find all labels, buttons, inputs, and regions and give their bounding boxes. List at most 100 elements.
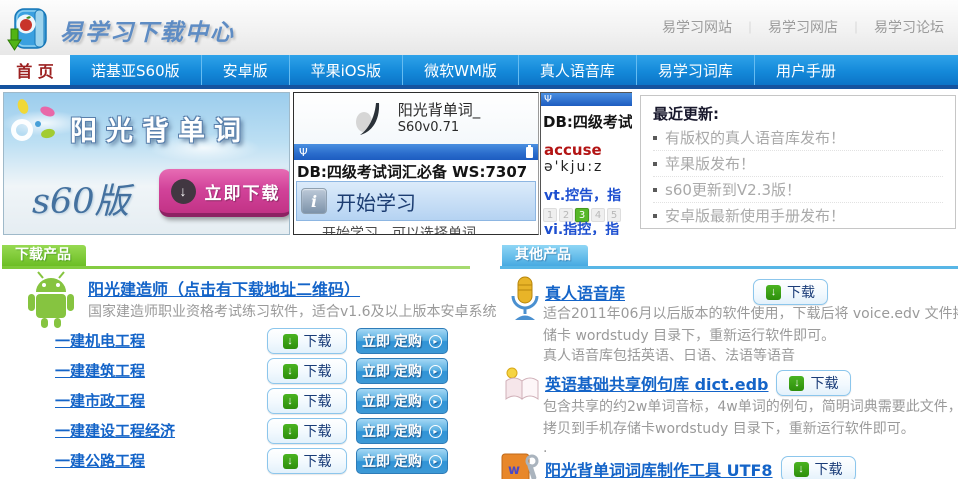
item-link-jidian[interactable]: 一建机电工程 [55,328,145,354]
screenshot-app-header: 阳光背单词_ S60v0.71 [294,93,538,144]
link-website[interactable]: 易学习网站 [662,17,732,37]
book-bulb-icon [502,366,542,404]
android-icon [25,271,77,329]
antenna-icon: Ψ [299,146,308,159]
antenna-icon: Ψ [544,94,552,105]
download-button[interactable]: ↓下载 [267,328,347,354]
product-desc-line: 真人语音库包括英语、日语、法语等语音 [543,345,795,365]
download-arrow-icon: ↓ [283,424,298,439]
order-button[interactable]: 立即 定购▸ [356,418,448,444]
section-underline-blue [500,266,958,269]
tab-home[interactable]: 首 页 [0,55,70,85]
download-arrow-icon: ↓ [283,454,298,469]
recent-updates-list: 有版权的真人语音库发布！ 苹果版发布！ s60更新到V2.3版！ 安卓版最新使用… [653,125,943,229]
order-arrow-icon: ▸ [429,335,442,348]
update-item[interactable]: 有版权的真人语音库发布！ [653,125,943,151]
tab-voice-library[interactable]: 真人语音库 [518,55,636,85]
page: 易学习下载中心 易学习网站 ｜ 易学习网店 ｜ 易学习论坛 首 页 诺基亚S60… [0,0,958,479]
product-desc-line: 适合2011年06月以后版本的软件使用，下载后将 voice.edv 文件拷 [543,303,958,323]
info-icon: i [301,188,327,214]
battery-icon [526,147,533,158]
item-link-shizheng[interactable]: 一建市政工程 [55,388,145,414]
tab-dictionary[interactable]: 易学习词库 [636,55,754,85]
banner: 阳光背单词 s60版 ↓ 立即下载 [3,92,290,235]
product-link-builder[interactable]: 阳光建造师（点击有下载地址二维码） [88,276,360,300]
banner-title: 阳光背单词 [70,109,250,148]
download-arrow-icon: ↓ [171,179,196,204]
status-bar: Ψ [294,144,538,160]
banner-download-label: 立即下载 [205,179,281,204]
dictionary-word: accuse [541,141,632,159]
download-button[interactable]: ↓下载 [267,358,347,384]
nav-underline [0,85,958,89]
menu-item-subtext: 开始学习，可以选择单词 [294,221,538,235]
download-button[interactable]: ↓下载 [781,456,856,479]
other-product-link-utf8-tool[interactable]: 阳光背单词词库制作工具 UTF8 [545,457,773,479]
other-product-link-voice[interactable]: 真人语音库 [545,280,625,304]
db-status-line: DB:四级考试 [541,111,632,132]
section-tab-downloads: 下载产品 [2,245,86,266]
meaning-vt: vt.控告，指 [541,185,632,205]
toolbook-icon: w [500,452,540,479]
microphone-icon [507,276,543,322]
app-title: 阳光背单词_ [398,101,481,120]
header: 易学习下载中心 易学习网站 ｜ 易学习网店 ｜ 易学习论坛 [0,0,958,55]
sun-logo-icon [8,99,60,155]
section-tab-others: 其他产品 [502,245,588,266]
bullet-icon [653,214,657,218]
site-title: 易学习下载中心 [60,13,235,47]
other-product-link-dict[interactable]: 英语基础共享例句库 dict.edb [545,371,768,395]
link-forum[interactable]: 易学习论坛 [874,17,944,37]
section-underline-green [2,266,470,269]
top-links: 易学习网站 ｜ 易学习网店 ｜ 易学习论坛 [662,17,944,37]
download-arrow-icon: ↓ [283,364,298,379]
download-button[interactable]: ↓下载 [267,448,347,474]
update-item[interactable]: s60更新到V2.3版！ [653,177,943,203]
download-button[interactable]: ↓下载 [267,418,347,444]
update-item[interactable]: 安卓版最新使用手册发布！ [653,203,943,229]
order-button[interactable]: 立即 定购▸ [356,358,448,384]
item-link-jingji[interactable]: 一建建设工程经济 [55,418,175,444]
tab-android[interactable]: 安卓版 [201,55,289,85]
download-arrow-icon: ↓ [283,394,298,409]
order-arrow-icon: ▸ [429,425,442,438]
order-button[interactable]: 立即 定购▸ [356,388,448,414]
swoosh-logo-icon [352,101,390,137]
product-desc-line: 包含共享的约2w单词音标，4w单词的例句，简明词典需要此文件，下 [543,396,958,416]
order-arrow-icon: ▸ [429,395,442,408]
main-nav: 首 页 诺基亚S60版 安卓版 苹果iOS版 微软WM版 真人语音库 易学习词库… [0,55,958,85]
status-bar: Ψ [541,93,632,106]
banner-edition: s60版 [32,173,130,224]
app-version: S60v0.71 [398,120,481,136]
banner-download-button[interactable]: ↓ 立即下载 [159,169,290,217]
product-desc: 国家建造师职业资格考试练习软件，适合v1.6及以上版本安卓系统 [88,301,497,321]
meaning-vi: vi.指控，指 [544,219,619,235]
recent-updates-panel: 最近更新: 有版权的真人语音库发布！ 苹果版发布！ s60更新到V2.3版！ 安… [640,95,956,229]
selected-menu-item: i 开始学习 [296,181,536,221]
other-product-row: 阳光背单词词库制作工具 UTF8 ↓下载 [545,456,856,479]
download-button[interactable]: ↓下载 [776,370,851,396]
other-product-row: 英语基础共享例句库 dict.edb ↓下载 [545,370,851,396]
tab-nokia-s60[interactable]: 诺基亚S60版 [70,55,201,85]
download-arrow-icon: ↓ [283,334,298,349]
tab-wm[interactable]: 微软WM版 [402,55,518,85]
bullet-icon [653,162,657,166]
bullet-icon [653,136,657,140]
db-status-line: DB:四级考试词汇必备 WS:7307 [294,160,538,181]
download-button[interactable]: ↓下载 [753,279,828,305]
order-button[interactable]: 立即 定购▸ [356,448,448,474]
tab-ios[interactable]: 苹果iOS版 [289,55,403,85]
app-screenshot-s60: 阳光背单词_ S60v0.71 Ψ DB:四级考试词汇必备 WS:7307 i … [293,92,539,235]
tab-manual[interactable]: 用户手册 [754,55,857,85]
download-arrow-icon: ↓ [794,462,809,477]
order-button[interactable]: 立即 定购▸ [356,328,448,354]
order-arrow-icon: ▸ [429,455,442,468]
download-button[interactable]: ↓下载 [267,388,347,414]
item-link-gonglu[interactable]: 一建公路工程 [55,448,145,474]
item-link-jianzhu[interactable]: 一建建筑工程 [55,358,145,384]
product-desc-line: . [543,440,547,456]
product-desc-line: 拷贝到手机存储卡wordstudy 目录下，重新运行软件即可。 [543,418,915,438]
update-item[interactable]: 苹果版发布！ [653,151,943,177]
recent-updates-title: 最近更新: [653,103,955,124]
link-store[interactable]: 易学习网店 [768,17,838,37]
